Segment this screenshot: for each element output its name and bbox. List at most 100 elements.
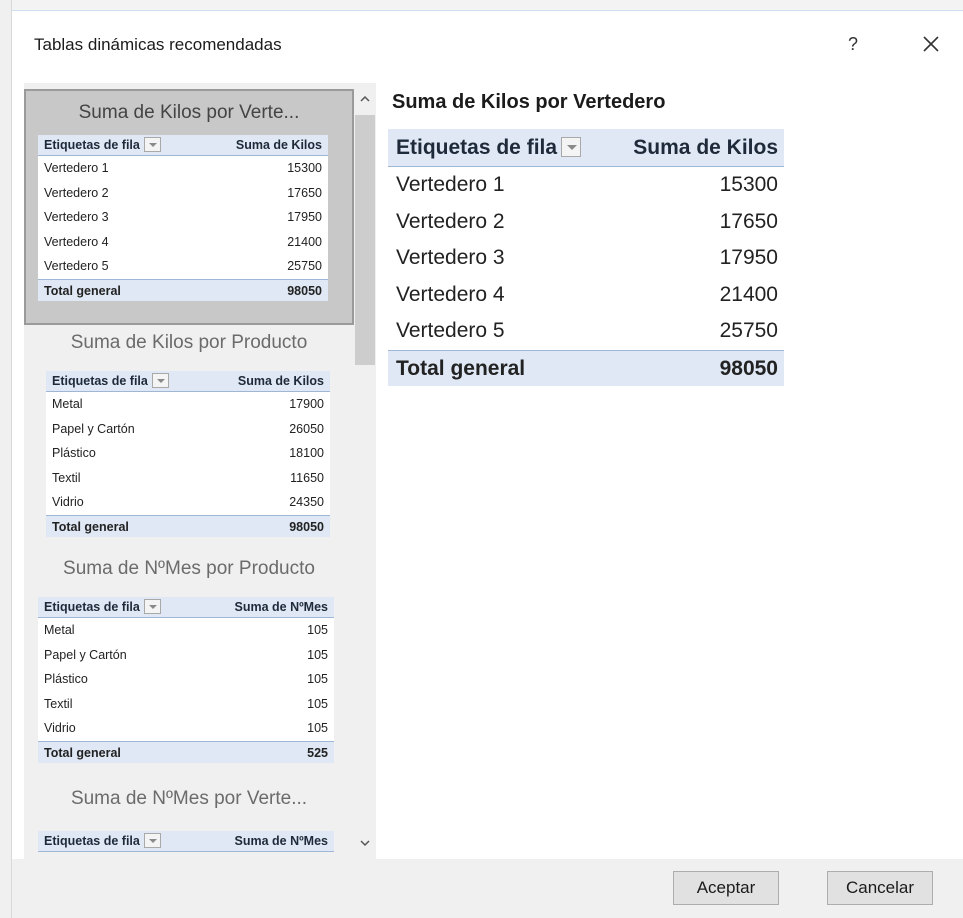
dialog-footer: Aceptar Cancelar bbox=[12, 859, 963, 918]
row-value: 25750 bbox=[719, 319, 778, 342]
recommendation-card-nmes-vertedero[interactable]: Suma de NºMes por Verte... Etiquetas de … bbox=[24, 777, 354, 859]
row-value: 17900 bbox=[289, 397, 324, 411]
row-label: Vertedero 3 bbox=[396, 246, 505, 269]
row-label: Vertedero 2 bbox=[44, 185, 109, 200]
row-label: Vertedero 2 bbox=[396, 209, 505, 233]
total-label: Total general bbox=[44, 283, 121, 298]
total-row: Total general 98050 bbox=[388, 349, 784, 386]
table-row: Papel y Cartón 105 bbox=[38, 643, 334, 668]
row-label: Plástico bbox=[44, 672, 88, 686]
preview-title: Suma de Kilos por Vertedero bbox=[392, 91, 666, 113]
filter-dropdown-icon bbox=[151, 373, 169, 388]
chevron-down-icon[interactable] bbox=[359, 837, 371, 849]
mini-header-values: Suma de Kilos bbox=[237, 374, 324, 388]
table-row: Plástico 105 bbox=[38, 667, 334, 692]
row-value: 105 bbox=[307, 696, 328, 711]
recommendation-mini-table: Etiquetas de fila Suma de Kilos Verteder… bbox=[38, 135, 328, 301]
table-row: Vertedero 4 21400 bbox=[388, 277, 784, 314]
row-value: 18100 bbox=[289, 446, 324, 460]
row-label: Vertedero 5 bbox=[44, 259, 109, 273]
filter-dropdown-icon bbox=[143, 833, 161, 848]
dialog-title: Tablas dinámicas recomendadas bbox=[34, 35, 282, 54]
recommendation-card-nmes-producto[interactable]: Suma de NºMes por Producto Etiquetas de … bbox=[24, 547, 354, 775]
row-label: Vertedero 1 bbox=[396, 173, 505, 196]
mini-header-values: Suma de NºMes bbox=[234, 834, 328, 848]
row-value: 25750 bbox=[287, 259, 322, 273]
row-value: 24350 bbox=[289, 495, 324, 509]
table-row: Plástico 18100 bbox=[46, 441, 330, 466]
row-value: 15300 bbox=[287, 161, 322, 175]
recommendation-card-kilos-producto[interactable]: Suma de Kilos por Producto Etiquetas de … bbox=[24, 321, 354, 553]
total-value: 98050 bbox=[719, 356, 778, 380]
pivot-header-row-labels: Etiquetas de fila bbox=[396, 136, 558, 159]
row-value: 105 bbox=[307, 672, 328, 686]
mini-header-values: Suma de Kilos bbox=[235, 138, 322, 152]
pivot-header: Etiquetas de fila Suma de Kilos bbox=[388, 129, 784, 167]
row-value: 21400 bbox=[287, 234, 322, 249]
filter-dropdown-icon bbox=[561, 137, 582, 157]
table-row: Vidrio 105 bbox=[38, 716, 334, 741]
recommendation-title: Suma de NºMes por Producto bbox=[63, 558, 315, 579]
mini-header-values: Suma de NºMes bbox=[234, 600, 328, 614]
cancel-button[interactable]: Cancelar bbox=[827, 871, 933, 905]
table-row: Textil 11650 bbox=[46, 466, 330, 491]
row-label: Papel y Cartón bbox=[52, 421, 135, 436]
row-label: Vertedero 4 bbox=[44, 234, 109, 249]
total-row: Total general 525 bbox=[38, 740, 334, 763]
total-row: Total general 98050 bbox=[46, 514, 330, 537]
row-label: Metal bbox=[52, 397, 83, 411]
close-button[interactable] bbox=[916, 29, 946, 59]
recommendation-title: Suma de NºMes por Verte... bbox=[70, 788, 308, 809]
mini-header-row-labels: Etiquetas de fila bbox=[44, 138, 140, 152]
row-label: Papel y Cartón bbox=[44, 647, 127, 662]
row-value: 105 bbox=[307, 647, 328, 662]
recommendation-card-kilos-vertedero[interactable]: Suma de Kilos por Verte... Etiquetas de … bbox=[24, 89, 354, 325]
total-label: Total general bbox=[396, 356, 526, 380]
row-label: Plástico bbox=[52, 446, 96, 460]
close-icon bbox=[923, 36, 939, 52]
help-button[interactable]: ? bbox=[840, 29, 866, 59]
table-row: Vertedero 3 17950 bbox=[38, 205, 328, 230]
table-row: Metal 17900 bbox=[46, 392, 330, 417]
mini-table-header: Etiquetas de fila Suma de Kilos bbox=[46, 371, 330, 392]
table-row: Vertedero 1 15300 bbox=[388, 167, 784, 204]
row-label: Vidrio bbox=[44, 721, 76, 735]
recommendation-title: Suma de Kilos por Verte... bbox=[78, 102, 300, 123]
row-value: 17950 bbox=[719, 246, 778, 269]
row-value: 21400 bbox=[719, 282, 778, 306]
row-value: 105 bbox=[307, 623, 328, 637]
mini-table-header: Etiquetas de fila Suma de Kilos bbox=[38, 135, 328, 156]
table-row: Vertedero 5 25750 bbox=[38, 254, 328, 279]
window-edge-top bbox=[0, 0, 963, 10]
row-value: 105 bbox=[307, 721, 328, 735]
recommendations-scrollbar[interactable] bbox=[354, 83, 376, 859]
recommendation-title: Suma de Kilos por Producto bbox=[70, 332, 308, 353]
table-row: Vertedero 3 17950 bbox=[388, 240, 784, 277]
chevron-up-icon[interactable] bbox=[359, 93, 371, 105]
row-label: Textil bbox=[44, 696, 73, 711]
scrollbar-thumb[interactable] bbox=[355, 115, 375, 365]
mini-table-header: Etiquetas de fila Suma de NºMes bbox=[38, 831, 334, 852]
filter-dropdown-icon bbox=[143, 599, 161, 614]
table-row: Metal 105 bbox=[38, 618, 334, 643]
total-value: 98050 bbox=[289, 519, 324, 534]
row-value: 15300 bbox=[719, 173, 778, 196]
total-row: Total general 98050 bbox=[38, 278, 328, 301]
row-label: Vertedero 5 bbox=[396, 319, 505, 342]
row-value: 26050 bbox=[289, 421, 324, 436]
dialog-titlebar: Tablas dinámicas recomendadas ? bbox=[12, 11, 963, 73]
mini-header-row-labels: Etiquetas de fila bbox=[44, 600, 140, 614]
recommendations-list[interactable]: Suma de Kilos por Verte... Etiquetas de … bbox=[24, 83, 376, 859]
total-value: 525 bbox=[307, 745, 328, 760]
table-row: Vertedero 5 25750 bbox=[388, 313, 784, 350]
row-value: 17950 bbox=[287, 210, 322, 224]
row-label: Vidrio bbox=[52, 495, 84, 509]
filter-dropdown-icon bbox=[143, 137, 161, 152]
row-label: Metal bbox=[44, 623, 75, 637]
table-row: Vidrio 24350 bbox=[46, 490, 330, 515]
total-label: Total general bbox=[52, 519, 129, 534]
accept-button[interactable]: Aceptar bbox=[673, 871, 779, 905]
row-label: Vertedero 3 bbox=[44, 210, 109, 224]
window-edge-left bbox=[0, 0, 12, 918]
recommendation-mini-table: Etiquetas de fila Suma de Kilos Metal 179… bbox=[46, 371, 330, 537]
